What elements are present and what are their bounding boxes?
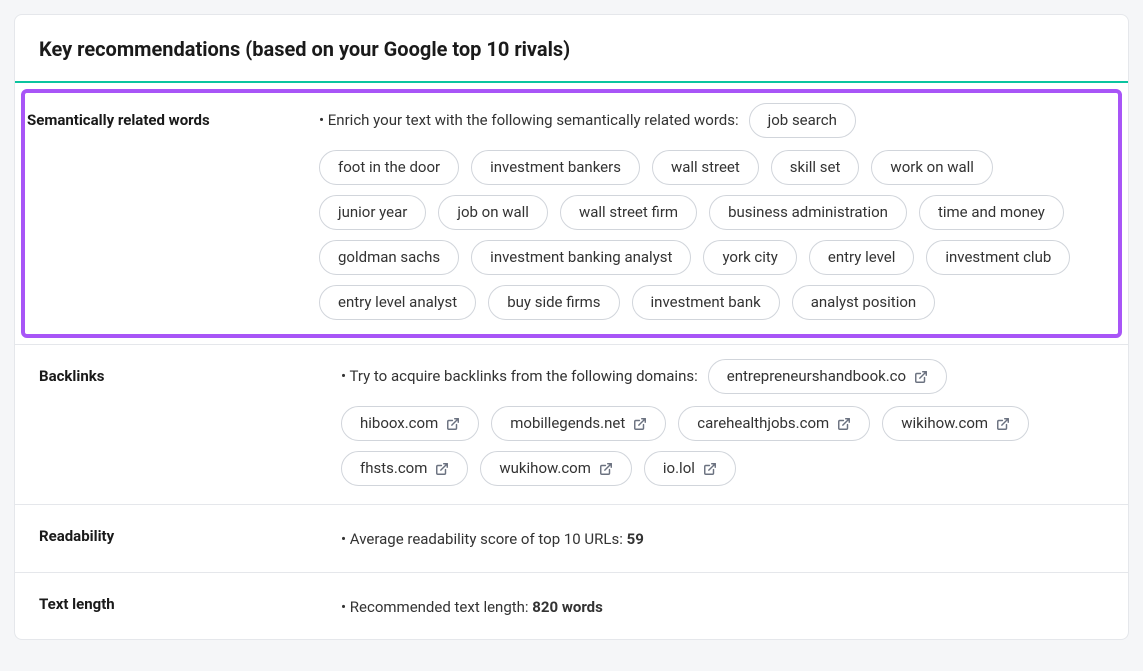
semantic-word-pill[interactable]: job search xyxy=(749,103,856,138)
card-header: Key recommendations (based on your Googl… xyxy=(15,15,1128,83)
semantic-word-pill[interactable]: investment bankers xyxy=(471,150,640,185)
semantic-word-pill[interactable]: investment banking analyst xyxy=(471,240,691,275)
backlink-domain-label: carehealthjobs.com xyxy=(697,413,829,434)
section-content-readability: • Average readability score of top 10 UR… xyxy=(341,519,1110,554)
external-link-icon xyxy=(996,417,1010,431)
readability-value: 59 xyxy=(627,530,644,548)
backlink-domain-label: hiboox.com xyxy=(360,413,438,434)
readability-text: • Average readability score of top 10 UR… xyxy=(341,530,627,548)
section-label-readability: Readability xyxy=(39,519,341,545)
backlinks-pill-row: hiboox.com mobillegends.net carehealthjo… xyxy=(341,406,1110,486)
semantic-highlight-wrap: Semantically related words • Enrich your… xyxy=(15,83,1128,344)
backlink-domain-pill[interactable]: hiboox.com xyxy=(341,406,479,441)
semantic-word-pill[interactable]: time and money xyxy=(919,195,1064,230)
backlink-domain-pill[interactable]: io.lol xyxy=(644,451,736,486)
section-content-textlength: • Recommended text length: 820 words xyxy=(341,587,1110,622)
semantic-word-pill[interactable]: goldman sachs xyxy=(319,240,459,275)
semantic-intro-line: • Enrich your text with the following se… xyxy=(319,103,1104,138)
semantic-word-pill[interactable]: analyst position xyxy=(792,285,935,320)
section-backlinks: Backlinks • Try to acquire backlinks fro… xyxy=(15,345,1128,504)
section-content-backlinks: • Try to acquire backlinks from the foll… xyxy=(341,359,1110,486)
backlink-domain-pill[interactable]: mobillegends.net xyxy=(491,406,666,441)
semantic-intro: • Enrich your text with the following se… xyxy=(319,106,739,135)
backlink-domain-label: mobillegends.net xyxy=(510,413,625,434)
external-link-icon xyxy=(446,417,460,431)
external-link-icon xyxy=(633,417,647,431)
semantic-word-pill[interactable]: investment club xyxy=(926,240,1070,275)
external-link-icon xyxy=(914,370,928,384)
backlink-domain-pill[interactable]: carehealthjobs.com xyxy=(678,406,870,441)
semantic-word-pill[interactable]: work on wall xyxy=(871,150,993,185)
backlinks-intro: • Try to acquire backlinks from the foll… xyxy=(341,362,698,391)
section-label-textlength: Text length xyxy=(39,587,341,613)
external-link-icon xyxy=(435,462,449,476)
section-label-semantic: Semantically related words xyxy=(27,103,319,129)
semantic-word-pill[interactable]: york city xyxy=(703,240,796,275)
semantic-pill-row: foot in the door investment bankers wall… xyxy=(319,150,1104,320)
semantic-word-pill[interactable]: foot in the door xyxy=(319,150,459,185)
semantic-word-pill[interactable]: entry level xyxy=(809,240,914,275)
semantic-word-pill[interactable]: wall street xyxy=(652,150,759,185)
semantic-word-pill[interactable]: investment bank xyxy=(632,285,780,320)
semantic-word-pill[interactable]: junior year xyxy=(319,195,426,230)
section-content-semantic: • Enrich your text with the following se… xyxy=(319,103,1104,320)
semantic-word-pill[interactable]: business administration xyxy=(709,195,907,230)
backlink-domain-label: io.lol xyxy=(663,458,695,479)
external-link-icon xyxy=(703,462,717,476)
backlink-domain-pill[interactable]: wukihow.com xyxy=(480,451,632,486)
backlink-domain-label: entrepreneurshandbook.co xyxy=(727,366,906,387)
section-semantic: Semantically related words • Enrich your… xyxy=(25,93,1118,334)
external-link-icon xyxy=(599,462,613,476)
backlink-domain-label: wikihow.com xyxy=(901,413,988,434)
textlength-text: • Recommended text length: xyxy=(341,598,532,616)
semantic-word-pill[interactable]: skill set xyxy=(771,150,860,185)
backlink-domain-pill[interactable]: entrepreneurshandbook.co xyxy=(708,359,947,394)
section-label-backlinks: Backlinks xyxy=(39,359,341,385)
backlink-domain-pill[interactable]: fhsts.com xyxy=(341,451,468,486)
section-readability: Readability • Average readability score … xyxy=(15,505,1128,572)
textlength-value: 820 words xyxy=(532,598,603,616)
backlink-domain-pill[interactable]: wikihow.com xyxy=(882,406,1029,441)
external-link-icon xyxy=(837,417,851,431)
backlink-domain-label: wukihow.com xyxy=(499,458,591,479)
backlink-domain-label: fhsts.com xyxy=(360,458,427,479)
semantic-word-pill[interactable]: wall street firm xyxy=(560,195,697,230)
semantic-highlight-border: Semantically related words • Enrich your… xyxy=(21,89,1122,338)
backlinks-intro-line: • Try to acquire backlinks from the foll… xyxy=(341,359,1110,394)
semantic-word-pill[interactable]: entry level analyst xyxy=(319,285,476,320)
card-title: Key recommendations (based on your Googl… xyxy=(39,37,1104,61)
recommendations-card: Key recommendations (based on your Googl… xyxy=(14,14,1129,640)
semantic-word-pill[interactable]: buy side firms xyxy=(488,285,619,320)
semantic-word-pill[interactable]: job on wall xyxy=(438,195,548,230)
section-textlength: Text length • Recommended text length: 8… xyxy=(15,573,1128,640)
